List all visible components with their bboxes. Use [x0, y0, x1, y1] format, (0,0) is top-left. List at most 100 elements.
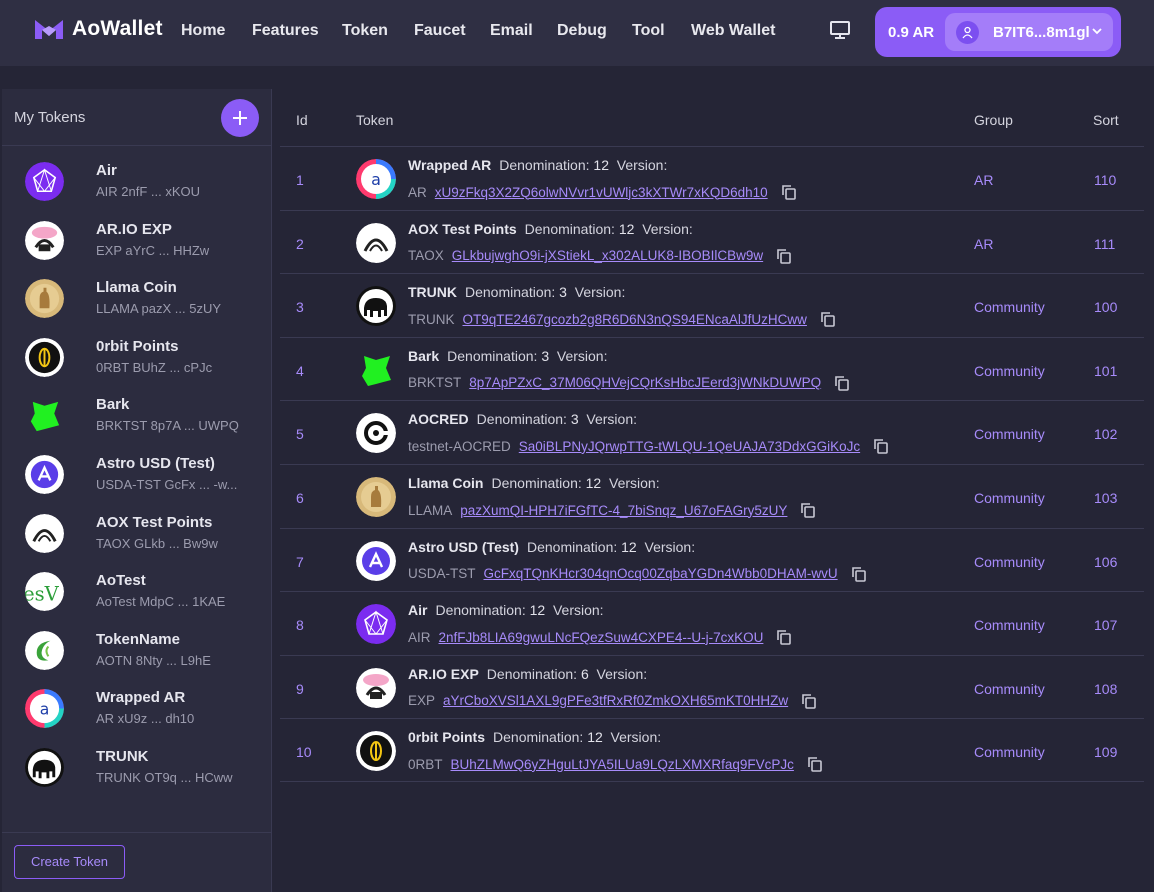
process-id-link[interactable]: 2nfFJb8LIA69gwuLNcFQezSuw4CXPE4--U-j-7cx…: [439, 630, 764, 645]
nav-home[interactable]: Home: [181, 22, 225, 40]
token-title: 0rbit Points Denomination: 12 Version:: [408, 729, 661, 745]
copy-icon[interactable]: [850, 565, 868, 583]
token-name: Bark: [408, 347, 440, 364]
process-id-link[interactable]: xU9zFkq3X2ZQ6olwNVvr1vUWljc3kXTWr7xKQD6d…: [435, 185, 768, 200]
svg-text:a: a: [371, 170, 381, 189]
nav-tool[interactable]: Tool: [632, 22, 665, 40]
trunk-icon: [356, 286, 396, 327]
token-summary: AR xU9z ... dh10: [96, 711, 195, 727]
top-navbar: AoWallet Home Features Token Faucet Emai…: [0, 0, 1154, 66]
row-id: 2: [296, 235, 304, 252]
group-link[interactable]: Community: [974, 617, 1045, 633]
token-title: Astro USD (Test) Denomination: 12 Version…: [408, 539, 695, 555]
row-id: 1: [296, 172, 304, 188]
orbit-icon: [356, 731, 396, 772]
nav-features[interactable]: Features: [252, 22, 319, 40]
col-header-token[interactable]: Token: [356, 112, 393, 128]
nav-web-wallet[interactable]: Web Wallet: [691, 22, 775, 40]
sort-value: 102: [1094, 426, 1118, 443]
wrapped-ar-icon: a: [25, 689, 64, 729]
create-token-button[interactable]: Create Token: [14, 845, 125, 879]
denomination-label: Denomination:: [435, 602, 526, 619]
group-link[interactable]: AR: [974, 236, 993, 252]
copy-icon[interactable]: [775, 628, 793, 646]
token-name: Air: [408, 602, 428, 619]
token-process: AIR 2nfFJb8LIA69gwuLNcFQezSuw4CXPE4--U-j-…: [408, 628, 793, 646]
version-label: Version:: [574, 284, 626, 301]
process-id-link[interactable]: Sa0iBLPNyJQrwpTTG-tWLQU-1QeUAJA73DdxGGiK…: [519, 439, 860, 454]
sidebar-token-item[interactable]: esV AoTest AoTest MdpC ... 1KAE: [2, 570, 271, 628]
nav-email[interactable]: Email: [490, 22, 533, 40]
group-link[interactable]: Community: [974, 681, 1045, 697]
token-summary: AOTN 8Nty ... L9hE: [96, 652, 211, 668]
denomination-value: 12: [621, 538, 637, 555]
table-row: 4 Bark Denomination: 3 Version: BRKTST 8p7Ap…: [280, 336, 1144, 401]
group-link[interactable]: Community: [974, 744, 1045, 760]
token-title: Air Denomination: 12 Version:: [408, 602, 604, 618]
sidebar-token-item[interactable]: AOX Test Points TAOX GLkb ... Bw9w: [2, 512, 271, 570]
sidebar-footer: Create Token: [2, 832, 271, 892]
col-header-sort[interactable]: Sort: [1093, 112, 1119, 128]
sidebar-token-item[interactable]: a Wrapped AR AR xU9z ... dh10: [2, 687, 271, 745]
copy-icon[interactable]: [780, 183, 798, 201]
sidebar-token-item[interactable]: 0rbit Points 0RBT BUhZ ... cPJc: [2, 336, 271, 394]
bark-icon: [356, 350, 396, 390]
copy-icon[interactable]: [872, 437, 890, 455]
token-summary: 0RBT BUhZ ... cPJc: [96, 359, 213, 375]
sidebar-token-item[interactable]: TRUNK TRUNK OT9q ... HCww: [2, 746, 271, 804]
my-tokens-sidebar: My Tokens Air AIR 2nfF ... xKOU AR.IO EXP E…: [2, 89, 272, 892]
sidebar-token-item[interactable]: AR.IO EXP EXP aYrC ... HHZw: [2, 219, 271, 277]
group-link[interactable]: Community: [974, 299, 1045, 315]
nav-debug[interactable]: Debug: [557, 22, 607, 40]
process-id-link[interactable]: 8p7ApPZxC_37M06QHVejCQrKsHbcJEerd3jWNkDU…: [469, 375, 821, 390]
sort-value: 100: [1094, 299, 1118, 316]
group-link[interactable]: Community: [974, 363, 1045, 379]
version-label: Version:: [596, 665, 648, 682]
aox-icon: [356, 222, 396, 263]
sidebar-token-item[interactable]: Astro USD (Test) USDA-TST GcFx ... -w...: [2, 453, 271, 511]
row-id: 6: [296, 490, 304, 506]
token-process: EXP aYrCboXVSl1AXL9gPFe3tfRxRf0ZmkOXH65mK…: [408, 692, 818, 710]
process-id-link[interactable]: pazXumQI-HPH7iFGfTC-4_7biSnqz_U67oFAGry5…: [460, 503, 787, 518]
group-link[interactable]: Community: [974, 554, 1045, 570]
token-ticker: BRKTST: [408, 375, 462, 391]
copy-icon[interactable]: [775, 247, 793, 265]
col-header-group[interactable]: Group: [974, 112, 1013, 128]
sort-value: 111: [1094, 235, 1116, 252]
token-name: 0rbit Points: [408, 729, 486, 746]
astro-icon: [25, 455, 64, 494]
denomination-value: 6: [580, 665, 589, 682]
process-id-link[interactable]: GcFxqTQnKHcr304qnOcq00ZqbaYGDn4Wbb0DHAM-…: [484, 566, 838, 581]
copy-icon[interactable]: [806, 755, 824, 773]
token-ticker: TAOX: [408, 248, 444, 264]
version-label: Version:: [586, 411, 638, 428]
sidebar-token-item[interactable]: Air AIR 2nfF ... xKOU: [2, 160, 271, 218]
add-token-button[interactable]: [221, 99, 259, 137]
group-link[interactable]: Community: [974, 490, 1045, 506]
copy-icon[interactable]: [799, 501, 817, 519]
token-process: BRKTST 8p7ApPZxC_37M06QHVejCQrKsHbcJEerd3…: [408, 374, 851, 392]
sidebar-token-item[interactable]: Llama Coin LLAMA pazX ... 5zUY: [2, 277, 271, 335]
process-id-link[interactable]: BUhZLMwQ6yZHguLtJYA5ILUa9LQzLXMXRfaq9FVc…: [451, 757, 794, 772]
token-summary: TRUNK OT9q ... HCww: [96, 770, 233, 785]
sidebar-token-item[interactable]: TokenName AOTN 8Nty ... L9hE: [2, 629, 271, 687]
copy-icon[interactable]: [833, 374, 851, 392]
group-link[interactable]: AR: [974, 172, 993, 188]
process-id-link[interactable]: GLkbujwghO9i-jXStiekL_x302ALUK8-IBOBIlCB…: [452, 248, 763, 263]
token-process: LLAMA pazXumQI-HPH7iFGfTC-4_7biSnqz_U67oF…: [408, 501, 817, 519]
nav-token[interactable]: Token: [342, 22, 388, 40]
col-header-id[interactable]: Id: [296, 112, 308, 128]
sidebar-token-item[interactable]: Bark BRKTST 8p7A ... UWPQ: [2, 394, 271, 452]
nav-faucet[interactable]: Faucet: [414, 22, 466, 40]
table-row: 6 Llama Coin Denomination: 12 Version: LLAM…: [280, 464, 1144, 528]
monitor-icon[interactable]: [829, 20, 851, 40]
token-name: Astro USD (Test): [408, 538, 519, 555]
app-logo[interactable]: AoWallet: [34, 17, 163, 41]
copy-icon[interactable]: [800, 692, 818, 710]
process-id-link[interactable]: OT9qTE2467gcozb2g8R6D6N3nQS94ENcaAlJfUzH…: [463, 312, 807, 327]
account-dropdown[interactable]: B7IT6...8m1gl: [945, 13, 1113, 51]
group-link[interactable]: Community: [974, 426, 1045, 442]
process-id-link[interactable]: aYrCboXVSl1AXL9gPFe3tfRxRf0ZmkOXH65mKT0H…: [443, 693, 788, 708]
sidebar-header: My Tokens: [2, 89, 271, 146]
copy-icon[interactable]: [819, 310, 837, 328]
